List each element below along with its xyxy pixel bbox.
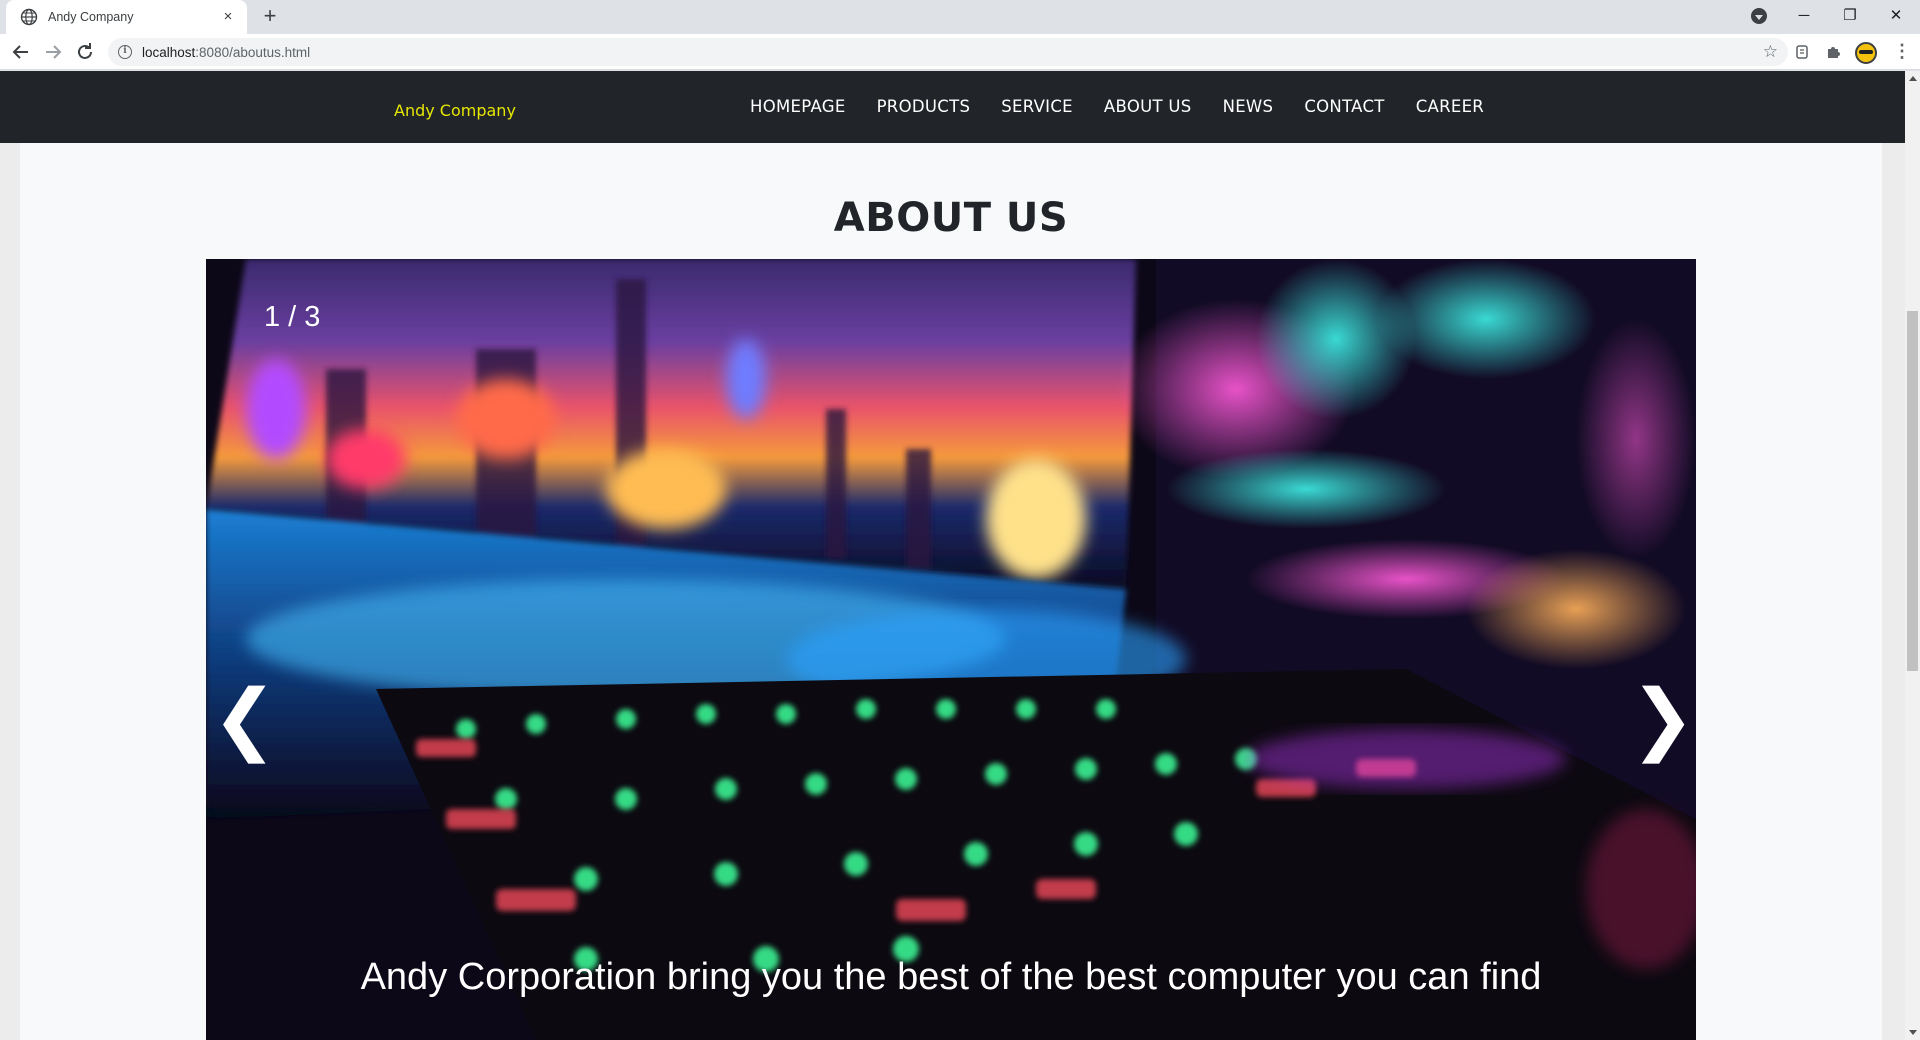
profile-avatar[interactable] <box>1855 42 1877 64</box>
page-scrollbar[interactable] <box>1905 71 1920 1040</box>
reload-icon[interactable] <box>73 40 97 64</box>
scroll-down-arrow-icon[interactable] <box>1909 1030 1917 1035</box>
url-path: :8080/aboutus.html <box>195 44 311 60</box>
new-tab-button[interactable]: + <box>258 5 282 29</box>
tab-title: Andy Company <box>48 10 134 24</box>
scrollbar-thumb[interactable] <box>1907 311 1918 671</box>
slide-caption: Andy Corporation bring you the best of t… <box>360 956 1542 998</box>
extension-icon[interactable] <box>1792 42 1812 62</box>
url-host: localhost <box>142 44 196 60</box>
minimize-button[interactable]: ─ <box>1781 0 1827 30</box>
brand-logo[interactable]: Andy Company <box>394 101 516 120</box>
menu-item-service[interactable]: SERVICE <box>1001 97 1073 116</box>
tab-strip: Andy Company × + ─ ❐ ✕ <box>0 0 1920 34</box>
menu-item-news[interactable]: NEWS <box>1223 97 1274 116</box>
tab-search-icon[interactable] <box>1751 8 1767 24</box>
scroll-up-arrow-icon[interactable] <box>1909 76 1917 81</box>
restore-button[interactable]: ❐ <box>1827 0 1873 30</box>
tab-close-icon[interactable]: × <box>219 8 237 26</box>
page-title: ABOUT US <box>833 195 1069 241</box>
back-arrow-icon[interactable] <box>9 40 33 64</box>
menu-item-about-us[interactable]: ABOUT US <box>1104 97 1192 116</box>
kebab-menu-icon[interactable]: ⋮ <box>1893 42 1911 62</box>
browser-tab[interactable]: Andy Company × <box>6 0 247 34</box>
site-navbar: Andy Company HOMEPAGE PRODUCTS SERVICE A… <box>0 71 1905 143</box>
prev-slide-button[interactable]: ❮ <box>212 679 277 759</box>
forward-arrow-icon[interactable] <box>41 40 65 64</box>
close-window-button[interactable]: ✕ <box>1873 0 1919 30</box>
url-text: localhost:8080/aboutus.html <box>142 45 310 60</box>
image-slideshow: 1 / 3 ❮ ❯ Andy Corporation bring you the… <box>206 259 1696 1040</box>
about-section: ABOUT US 1 / 3 ❮ ❯ Andy Corporation brin… <box>20 143 1882 1040</box>
puzzle-icon[interactable] <box>1823 42 1843 62</box>
menu-item-homepage[interactable]: HOMEPAGE <box>750 97 846 116</box>
main-menu: HOMEPAGE PRODUCTS SERVICE ABOUT US NEWS … <box>750 97 1515 116</box>
page-viewport: Andy Company HOMEPAGE PRODUCTS SERVICE A… <box>0 71 1905 1040</box>
next-slide-button[interactable]: ❯ <box>1630 679 1695 759</box>
menu-item-contact[interactable]: CONTACT <box>1304 97 1384 116</box>
slide-image <box>206 259 1696 1040</box>
browser-toolbar: i localhost:8080/aboutus.html ☆ ⋮ <box>0 34 1920 70</box>
address-bar[interactable]: i localhost:8080/aboutus.html ☆ <box>108 38 1788 66</box>
globe-icon <box>20 8 38 26</box>
menu-item-products[interactable]: PRODUCTS <box>877 97 971 116</box>
slide-counter: 1 / 3 <box>264 301 321 333</box>
info-icon[interactable]: i <box>118 45 132 59</box>
star-icon[interactable]: ☆ <box>1763 42 1778 62</box>
menu-item-career[interactable]: CAREER <box>1416 97 1484 116</box>
